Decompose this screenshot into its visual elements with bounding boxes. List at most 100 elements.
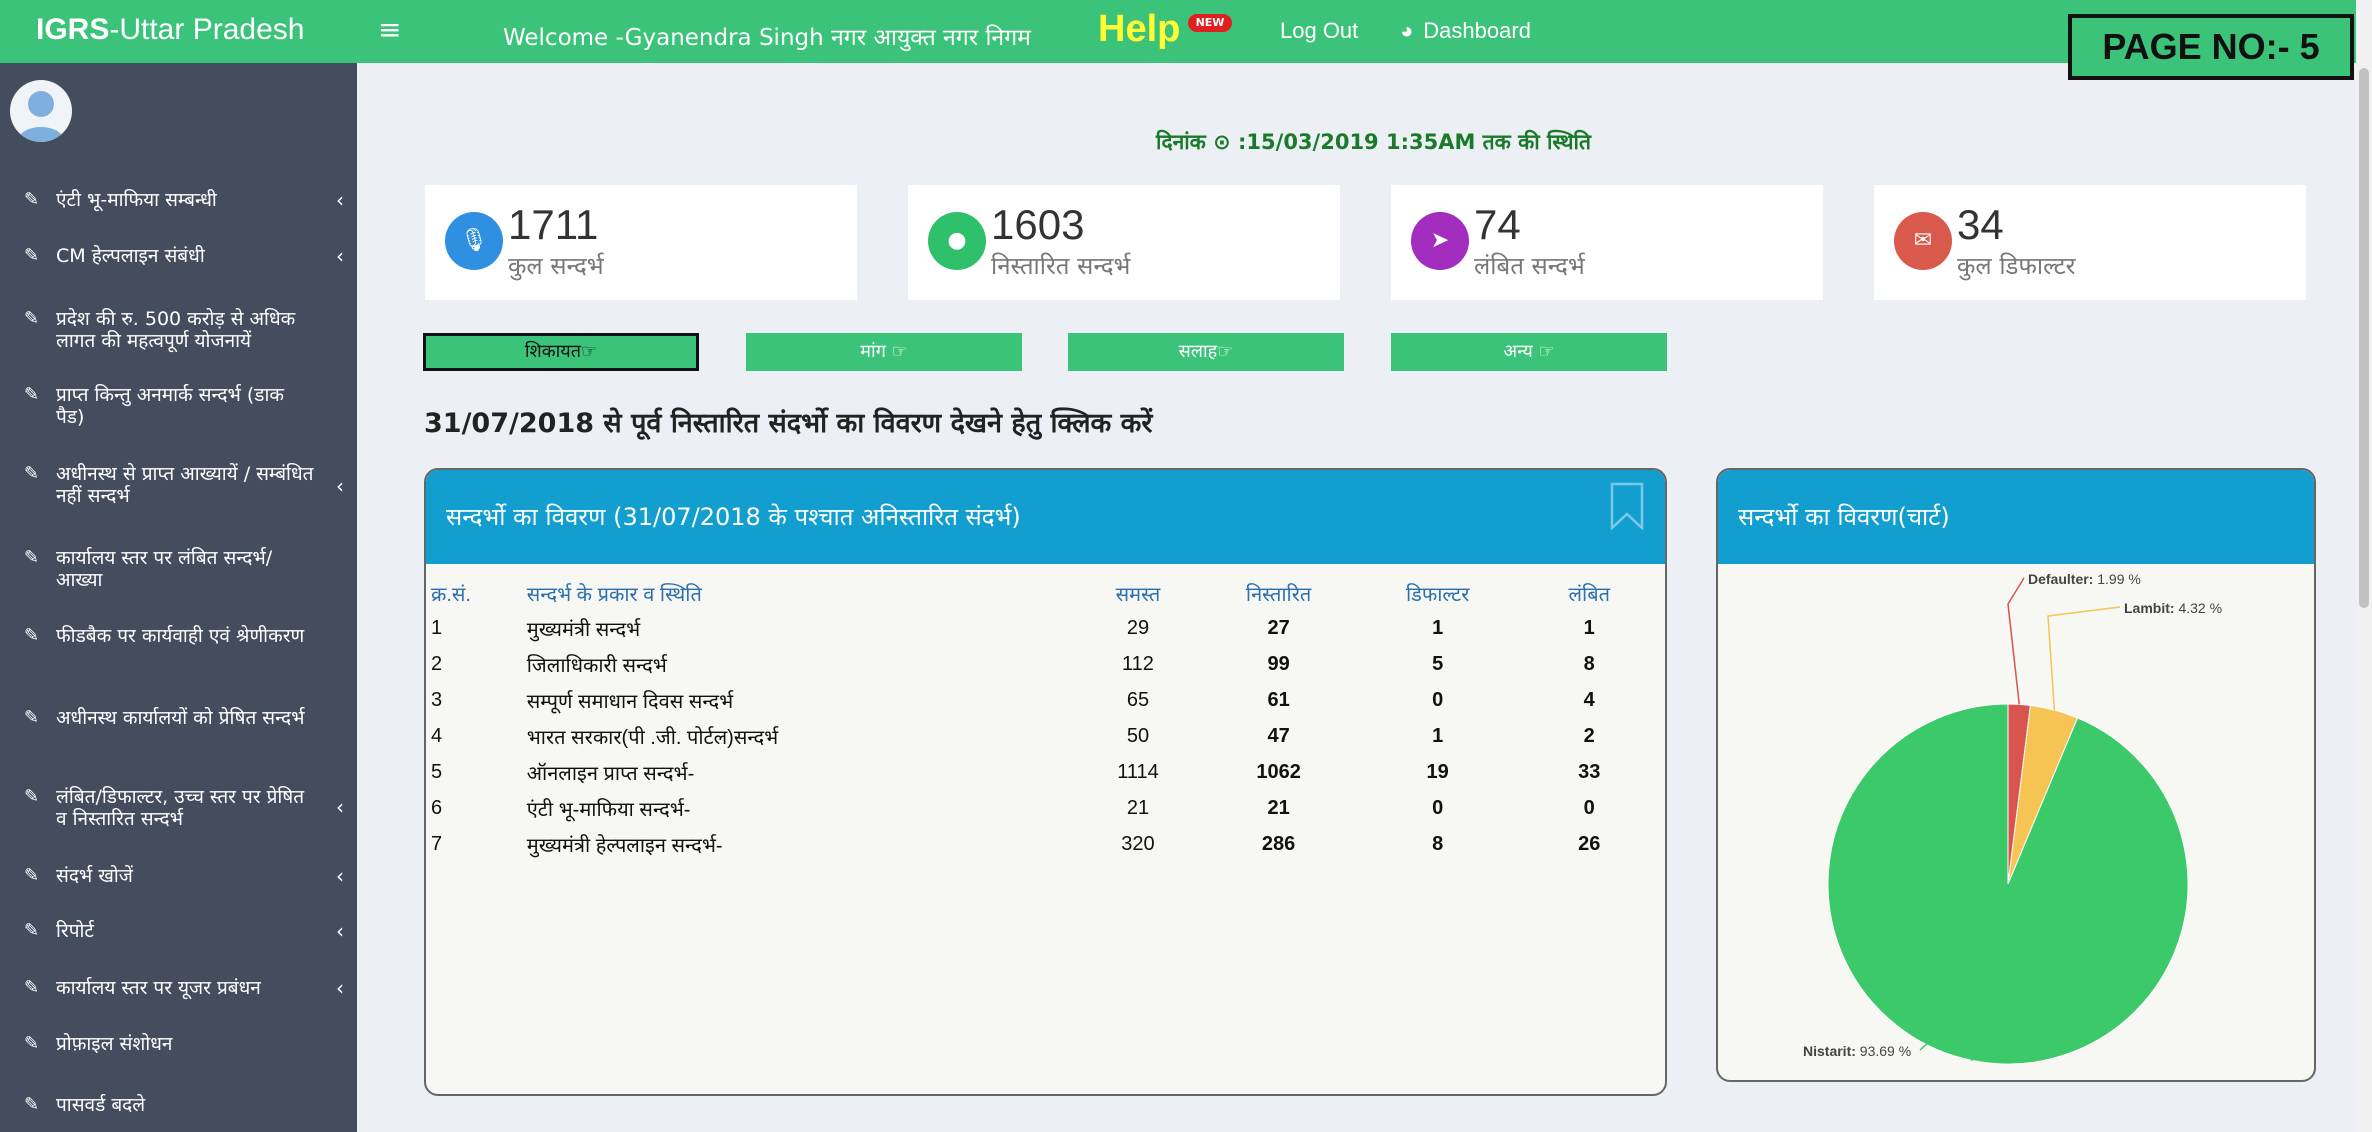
help-link[interactable]: Help <box>1098 8 1180 51</box>
stat-card-pending[interactable]: ➤ 74 लंबित सन्दर्भ <box>1391 185 1823 300</box>
table-row[interactable]: 1 मुख्यमंत्री सन्दर्भ 29 27 1 1 <box>430 610 1665 646</box>
cell-pending[interactable]: 33 <box>1513 754 1665 790</box>
edit-icon: ✎ <box>24 707 40 728</box>
cell-sno: 1 <box>431 616 443 639</box>
edit-icon: ✎ <box>24 625 40 646</box>
stat-card-defaulter[interactable]: ✉ 34 कुल डिफाल्टर <box>1874 185 2306 300</box>
pie-label-nistarit: Nistarit: 93.69 % <box>1803 1043 1911 1059</box>
cell-sno: 5 <box>431 760 443 783</box>
scrollbar-thumb[interactable] <box>2359 68 2369 608</box>
table-row[interactable]: 6 एंटी भू-माफिया सन्दर्भ- 21 21 0 0 <box>430 790 1665 826</box>
table-row[interactable]: 3 सम्पूर्ण समाधान दिवस सन्दर्भ 65 61 0 4 <box>430 682 1665 718</box>
sidebar-item-label: फीडबैक पर कार्यवाही एवं श्रेणीकरण <box>56 625 305 647</box>
pie-slice-nistarit[interactable] <box>1827 703 2189 1065</box>
logout-link[interactable]: Log Out <box>1280 18 1358 44</box>
tab-shikayat[interactable]: शिकायत☞ <box>423 333 699 371</box>
cell-defaulter[interactable]: 5 <box>1362 646 1514 682</box>
stat-value: 1711 <box>508 201 599 248</box>
edit-icon: ✎ <box>24 189 40 210</box>
cell-total[interactable]: 112 <box>1081 646 1196 682</box>
table-row[interactable]: 5 ऑनलाइन प्राप्त सन्दर्भ- 1114 1062 19 33 <box>430 754 1665 790</box>
cell-defaulter[interactable]: 0 <box>1362 790 1514 826</box>
envelope-icon: ✉ <box>1894 212 1952 270</box>
cell-total[interactable]: 29 <box>1081 610 1196 646</box>
leader-line-defaulter <box>2007 577 2025 705</box>
brand-logo[interactable]: IGRS-Uttar Pradesh <box>36 13 304 47</box>
sidebar-item-unmarked[interactable]: ✎ प्राप्त किन्तु अनमार्क सन्दर्भ (डाक पैड… <box>24 384 344 428</box>
sidebar-item-user-management[interactable]: ✎ कार्यालय स्तर पर यूजर प्रबंधन ‹ <box>24 977 344 999</box>
cell-pending[interactable]: 1 <box>1513 610 1665 646</box>
table-row[interactable]: 4 भारत सरकार(पी .जी. पोर्टल)सन्दर्भ 50 47 1 2 <box>430 718 1665 754</box>
cell-total[interactable]: 1114 <box>1081 754 1196 790</box>
cell-sno: 3 <box>431 688 443 711</box>
stat-label: कुल सन्दर्भ <box>508 252 604 280</box>
top-header: IGRS-Uttar Pradesh ≡ Welcome -Gyanendra … <box>0 0 2372 63</box>
cell-pending[interactable]: 2 <box>1513 718 1665 754</box>
cell-defaulter[interactable]: 19 <box>1362 754 1514 790</box>
tab-salah[interactable]: सलाह☞ <box>1068 333 1344 371</box>
tab-maang[interactable]: मांग ☞ <box>746 333 1022 371</box>
sidebar-item-500-crore[interactable]: ✎ प्रदेश की रु. 500 करोड़ से अधिक लागत की… <box>24 308 344 352</box>
sidebar-item-profile[interactable]: ✎ प्रोफ़ाइल संशोधन <box>24 1033 344 1055</box>
cell-sno: 6 <box>431 796 443 819</box>
hamburger-icon[interactable]: ≡ <box>378 13 401 46</box>
stat-label: निस्तारित सन्दर्भ <box>991 252 1131 280</box>
sidebar-item-office-pending[interactable]: ✎ कार्यालय स्तर पर लंबित सन्दर्भ/ आख्या <box>24 547 344 591</box>
prior-resolved-link[interactable]: 31/07/2018 से पूर्व निस्तारित संदर्भो का… <box>424 403 1152 440</box>
cell-defaulter[interactable]: 0 <box>1362 682 1514 718</box>
dashboard-icon: ◕ <box>1400 18 1414 43</box>
tab-anya[interactable]: अन्य ☞ <box>1391 333 1667 371</box>
edit-icon: ✎ <box>24 1094 40 1115</box>
cell-defaulter[interactable]: 8 <box>1362 826 1514 862</box>
chart-panel-header: सन्दर्भो का विवरण(चार्ट) <box>1718 470 2314 564</box>
cell-pending[interactable]: 0 <box>1513 790 1665 826</box>
table-row[interactable]: 2 जिलाधिकारी सन्दर्भ 112 99 5 8 <box>430 646 1665 682</box>
cell-total[interactable]: 21 <box>1081 790 1196 826</box>
sidebar-item-label: प्राप्त किन्तु अनमार्क सन्दर्भ (डाक पैड) <box>56 384 284 428</box>
cell-resolved[interactable]: 61 <box>1195 682 1362 718</box>
leader-line-lambit <box>2047 606 2121 711</box>
cell-defaulter[interactable]: 1 <box>1362 610 1514 646</box>
sidebar-item-report[interactable]: ✎ रिपोर्ट ‹ <box>24 920 344 942</box>
cell-resolved[interactable]: 286 <box>1195 826 1362 862</box>
table-row[interactable]: 7 मुख्यमंत्री हेल्पलाइन सन्दर्भ- 320 286 8 26 <box>430 826 1665 862</box>
cell-resolved[interactable]: 1062 <box>1195 754 1362 790</box>
cell-resolved[interactable]: 21 <box>1195 790 1362 826</box>
cell-pending[interactable]: 26 <box>1513 826 1665 862</box>
sidebar: ✎ एंटी भू-माफिया सम्बन्धी ‹ ✎ CM हेल्पलाइन … <box>0 63 357 1132</box>
cell-defaulter[interactable]: 1 <box>1362 718 1514 754</box>
user-icon <box>18 91 64 142</box>
cell-sno: 2 <box>431 652 443 675</box>
sidebar-item-label: अधीनस्थ कार्यालयों को प्रेषित सन्दर्भ <box>56 707 305 729</box>
sidebar-item-anti-bhumafia[interactable]: ✎ एंटी भू-माफिया सम्बन्धी ‹ <box>24 189 344 211</box>
column-header: सन्दर्भ के प्रकार व स्थिति <box>526 583 702 606</box>
cell-resolved[interactable]: 27 <box>1195 610 1362 646</box>
stat-card-resolved[interactable]: ● 1603 निस्तारित सन्दर्भ <box>908 185 1340 300</box>
cell-pending[interactable]: 4 <box>1513 682 1665 718</box>
sidebar-item-subordinate-reports[interactable]: ✎ अधीनस्थ से प्राप्त आख्यायें / सम्बंधित … <box>24 463 344 507</box>
column-header: डिफाल्टर <box>1405 583 1470 606</box>
cell-total[interactable]: 320 <box>1081 826 1196 862</box>
chevron-left-icon: ‹ <box>336 976 344 1000</box>
sidebar-item-pending-defaulter[interactable]: ✎ लंबित/डिफाल्टर, उच्च स्तर पर प्रेषित व … <box>24 786 344 830</box>
stat-card-total[interactable]: 🎙 1711 कुल सन्दर्भ <box>425 185 857 300</box>
sidebar-item-label: प्रदेश की रु. 500 करोड़ से अधिक लागत की … <box>56 308 296 352</box>
sidebar-item-cm-helpline[interactable]: ✎ CM हेल्पलाइन संबंधी ‹ <box>24 245 344 267</box>
sidebar-item-feedback[interactable]: ✎ फीडबैक पर कार्यवाही एवं श्रेणीकरण <box>24 625 344 647</box>
edit-icon: ✎ <box>24 786 40 807</box>
sidebar-item-password[interactable]: ✎ पासवर्ड बदले <box>24 1094 344 1116</box>
stat-value: 74 <box>1474 201 1521 248</box>
pie-chart: Defaulter: 1.99 % Lambit: 4.32 % Nistarit:… <box>1803 571 2222 1065</box>
sidebar-item-label: पासवर्ड बदले <box>56 1094 146 1116</box>
sidebar-item-search[interactable]: ✎ संदर्भ खोजें ‹ <box>24 865 344 887</box>
cell-total[interactable]: 65 <box>1081 682 1196 718</box>
brand-bold: IGRS <box>36 13 110 46</box>
sidebar-item-sent-to-subordinates[interactable]: ✎ अधीनस्थ कार्यालयों को प्रेषित सन्दर्भ <box>24 707 344 729</box>
cell-resolved[interactable]: 47 <box>1195 718 1362 754</box>
pie-label-defaulter: Defaulter: 1.99 % <box>2028 571 2141 587</box>
cell-pending[interactable]: 8 <box>1513 646 1665 682</box>
cell-resolved[interactable]: 99 <box>1195 646 1362 682</box>
sidebar-item-label: लंबित/डिफाल्टर, उच्च स्तर पर प्रेषित व न… <box>56 786 305 830</box>
cell-total[interactable]: 50 <box>1081 718 1196 754</box>
dashboard-link[interactable]: ◕ Dashboard <box>1400 18 1531 44</box>
